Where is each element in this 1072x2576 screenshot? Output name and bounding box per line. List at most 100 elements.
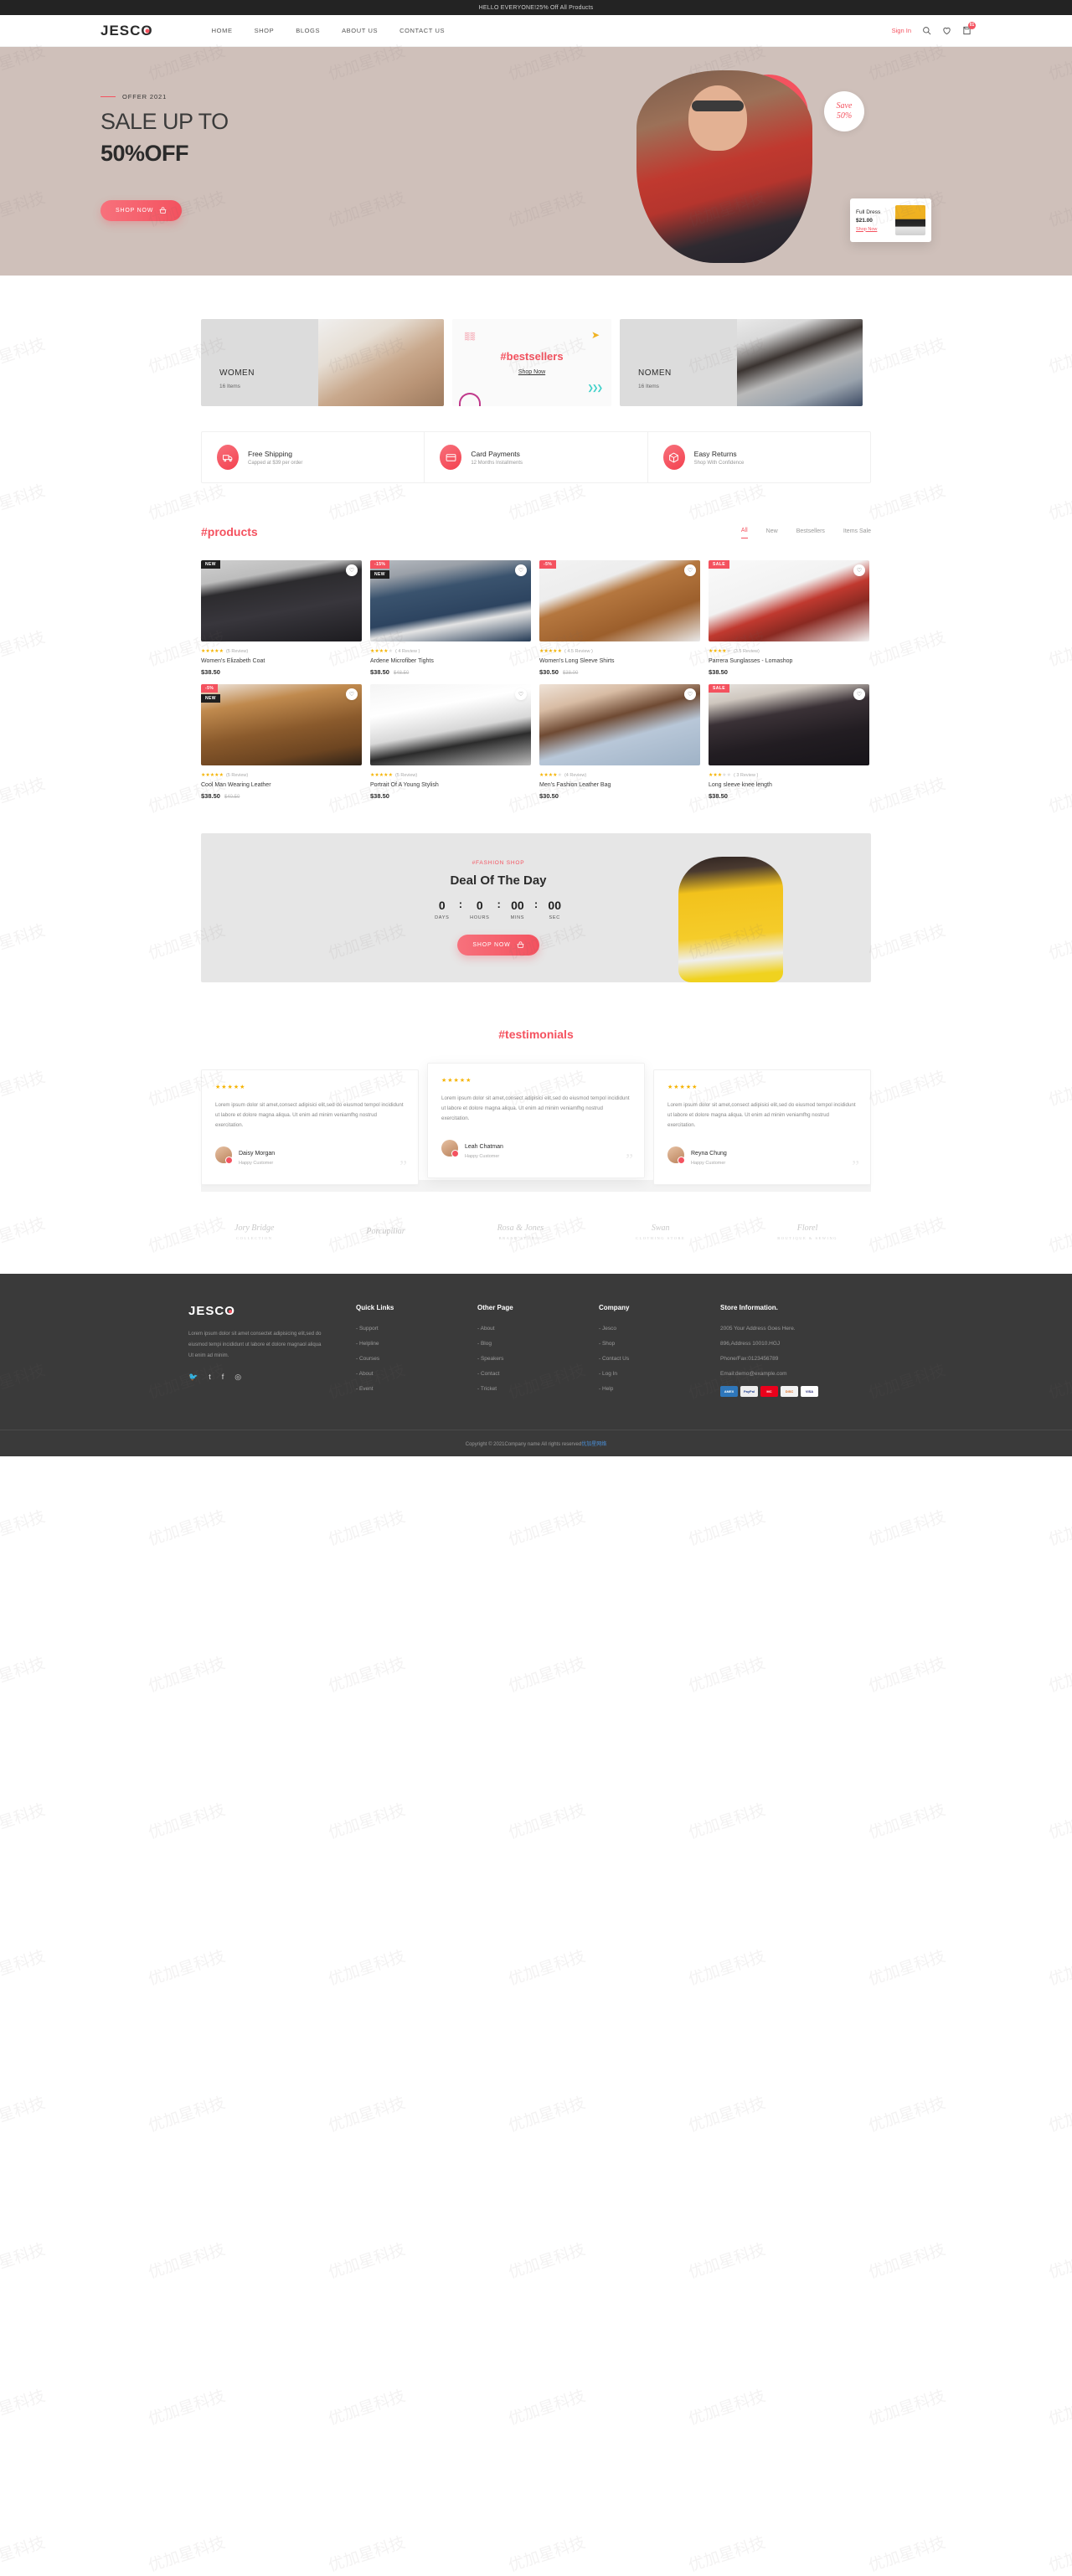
feature-subtitle: 12 Months Installments (471, 460, 523, 466)
countdown-hours-value: 0 (476, 899, 483, 912)
promo-shop-now-link[interactable]: Shop Now (856, 227, 891, 232)
product-name[interactable]: Cool Man Wearing Leather (201, 782, 362, 788)
footer-link[interactable]: - Speakers (477, 1356, 599, 1362)
category-women-label: WOMEN (219, 368, 255, 378)
wishlist-heart-icon[interactable]: ♡ (853, 564, 865, 576)
nav-item-contact-us[interactable]: CONTACT US (399, 27, 445, 34)
countdown-mins: 00 MINS (508, 899, 527, 920)
facebook-icon[interactable]: f (222, 1373, 224, 1382)
wishlist-heart-icon[interactable]: ♡ (515, 564, 527, 576)
footer-logo[interactable]: JESC O (188, 1304, 356, 1318)
star-filled: ★ (219, 773, 224, 778)
category-card-nomen[interactable]: NOMEN 16 Items (620, 319, 863, 406)
testimonial-text: Lorem ipsum dolor sit amet,consect adipi… (441, 1095, 630, 1122)
tab-bestsellers[interactable]: Bestsellers (796, 528, 825, 538)
testimonial-card: ★★★★★ Lorem ipsum dolor sit amet,consect … (201, 1069, 419, 1186)
category-card-women[interactable]: WOMEN 16 Items (201, 319, 444, 406)
footer-link[interactable]: - Contact (477, 1371, 599, 1377)
footer-link[interactable]: - Tricket (477, 1386, 599, 1392)
wishlist-heart-icon[interactable]: ♡ (684, 564, 696, 576)
countdown-separator: : (497, 898, 501, 910)
testimonial-card: ★★★★★ Lorem ipsum dolor sit amet,consect … (427, 1063, 645, 1179)
product-name[interactable]: Women's Long Sleeve Shirts (539, 658, 700, 664)
offer-dash-icon (100, 95, 116, 98)
wishlist-heart-icon[interactable]: ♡ (853, 688, 865, 700)
product-card[interactable]: SALE ♡ ★★★★★( 3 Review ) Long sleeve knee l… (709, 684, 869, 800)
product-card[interactable]: SALE ♡ ★★★★★ (3.5 Review) Parrera Sunglasses… (709, 560, 869, 676)
sign-in-link[interactable]: Sign In (892, 27, 911, 34)
product-card[interactable]: NEW ♡ ★★★★★ (5 Review) Women's Elizabeth Coa… (201, 560, 362, 676)
wishlist-heart-icon[interactable]: ♡ (684, 688, 696, 700)
product-image[interactable]: SALE ♡ (709, 684, 869, 765)
product-name[interactable]: Parrera Sunglasses - Lomashop (709, 658, 869, 664)
product-card[interactable]: ♡ ★★★★★ (5 Review) Portrait Of A Young Styl… (370, 684, 531, 800)
footer-column-store-information: Store Information. 2005 Your Address Goe… (720, 1304, 884, 1401)
product-image[interactable]: -5% NEW ♡ (201, 684, 362, 765)
tab-new[interactable]: New (766, 528, 778, 538)
deal-shop-now-label: SHOP NOW (472, 942, 511, 948)
deal-shop-now-button[interactable]: SHOP NOW (457, 935, 539, 956)
search-icon[interactable] (921, 26, 931, 36)
twitter-icon[interactable]: 🐦 (188, 1373, 198, 1382)
product-image[interactable]: SALE ♡ (709, 560, 869, 641)
footer-link[interactable]: - Jesco (599, 1326, 720, 1332)
product-name[interactable]: Portrait Of A Young Stylish (370, 782, 531, 788)
footer-link[interactable]: - Blog (477, 1341, 599, 1347)
hero-shop-now-button[interactable]: SHOP NOW (100, 199, 183, 221)
footer-link[interactable]: - Helpline (356, 1341, 477, 1347)
product-name[interactable]: Long sleeve knee length (709, 782, 869, 788)
footer-link[interactable]: - About (477, 1326, 599, 1332)
nav-item-home[interactable]: HOME (212, 27, 233, 34)
nav-item-about-us[interactable]: ABOUT US (342, 27, 378, 34)
wishlist-heart-icon[interactable]: ♡ (515, 688, 527, 700)
footer-link[interactable]: - Support (356, 1326, 477, 1332)
testimonials-row: ★★★★★ Lorem ipsum dolor sit amet,consect … (201, 1063, 871, 1186)
footer-link[interactable]: - Event (356, 1386, 477, 1392)
product-card[interactable]: -5% NEW ♡ ★★★★★ (5 Review) Cool Man Wearing L… (201, 684, 362, 800)
heart-icon[interactable] (941, 26, 951, 36)
product-tag: -15% (370, 560, 390, 569)
bestsellers-shop-now-link[interactable]: Shop Now (518, 369, 545, 375)
product-name[interactable]: Women's Elizabeth Coat (201, 658, 362, 664)
product-image[interactable]: ♡ (370, 684, 531, 765)
footer-social-links: 🐦 t f ◎ (188, 1373, 356, 1382)
product-image[interactable]: -15% NEW ♡ (370, 560, 531, 641)
footer-link[interactable]: - Log In (599, 1371, 720, 1377)
tab-items-sale[interactable]: Items Sale (843, 528, 871, 538)
tab-all[interactable]: All (740, 528, 748, 538)
category-women-count: 16 Items (219, 384, 240, 389)
instagram-icon[interactable]: ◎ (234, 1373, 241, 1382)
wishlist-heart-icon[interactable]: ♡ (346, 688, 358, 700)
footer-link[interactable]: - Contact Us (599, 1356, 720, 1362)
nav-item-shop[interactable]: SHOP (255, 27, 275, 34)
product-card[interactable]: -5% ♡ ★★★★★( 4.5 Review ) Women's Long Slee… (539, 560, 700, 676)
brand-tagline: COLLECTION (236, 1235, 273, 1240)
tumblr-icon[interactable]: t (209, 1373, 211, 1382)
wishlist-heart-icon[interactable]: ♡ (346, 564, 358, 576)
countdown-sec-value: 00 (548, 899, 561, 912)
footer-link[interactable]: - Shop (599, 1341, 720, 1347)
visa-card-icon: VISA (801, 1386, 818, 1398)
category-card-bestsellers[interactable]: ≋≋ ≋≋ ➤ #bestsellers Shop Now ❯❯❯ (452, 319, 611, 406)
nav-item-blogs[interactable]: BLOGS (296, 27, 320, 34)
footer-link[interactable]: - About (356, 1371, 477, 1377)
deal-kicker: #FASHION SHOP (472, 860, 525, 866)
product-image[interactable]: ♡ (539, 684, 700, 765)
hero-shop-now-label: SHOP NOW (116, 207, 154, 214)
feature-subtitle: Shop With Confidence (693, 460, 745, 466)
countdown-mins-label: MINS (510, 915, 525, 920)
copyright-link[interactable]: 优加星网络 (581, 1442, 606, 1447)
product-image[interactable]: NEW ♡ (201, 560, 362, 641)
product-card[interactable]: -15% NEW ♡ ★★★★★( 4 Review ) Ardene Microfib… (370, 560, 531, 676)
products-filter-tabs: All New Bestsellers Items Sale (740, 528, 871, 538)
star-filled: ★ (388, 773, 393, 778)
hero-promo-card[interactable]: Full Dress $21.00 Shop Now (850, 198, 931, 242)
site-logo[interactable]: JESC O (100, 23, 153, 39)
product-card[interactable]: ♡ ★★★★★ (4 Review) Men's Fashion Leather Ba… (539, 684, 700, 800)
footer-link[interactable]: - Help (599, 1386, 720, 1392)
bag-icon[interactable]: 01 (961, 21, 976, 36)
product-name[interactable]: Ardene Microfiber Tights (370, 658, 531, 664)
product-name[interactable]: Men's Fashion Leather Bag (539, 782, 700, 788)
footer-link[interactable]: - Courses (356, 1356, 477, 1362)
product-image[interactable]: -5% ♡ (539, 560, 700, 641)
